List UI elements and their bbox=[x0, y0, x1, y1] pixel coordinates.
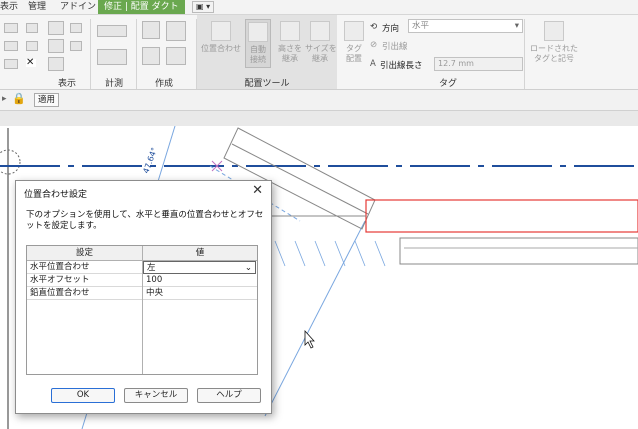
tag-on-place-label: タグ 配置 bbox=[346, 44, 362, 63]
options-arrow-icon: ▸ bbox=[2, 94, 7, 104]
orientation-icon: ⟲ bbox=[370, 22, 378, 32]
leader-length-input[interactable]: 12.7 mm bbox=[434, 57, 523, 71]
help-button[interactable]: ヘルプ bbox=[197, 388, 261, 403]
align-tool-button[interactable]: 位置合わせ bbox=[201, 21, 241, 54]
ribbon-tab-bar: 表示 管理 アドイン 修正 | 配置 ダクト ▣ ▾ bbox=[0, 0, 638, 15]
tab-modify-place-duct[interactable]: 修正 | 配置 ダクト bbox=[98, 0, 185, 14]
delete-icon[interactable]: ✕ bbox=[26, 58, 36, 68]
vertical-alignment-field[interactable]: 中央 bbox=[143, 287, 257, 300]
leader-checkbox-icon[interactable]: ⊘ bbox=[370, 40, 377, 50]
mouse-cursor-icon bbox=[304, 329, 315, 349]
inherit-size-button[interactable]: サイズを 継承 bbox=[305, 21, 337, 64]
orientation-select[interactable]: 水平 ▾ bbox=[408, 19, 523, 33]
horizontal-alignment-value: 左 bbox=[147, 263, 156, 273]
options-bar: ▸ 🔒 適用 bbox=[0, 90, 638, 111]
panel-separator bbox=[524, 19, 525, 89]
override-graphics-icon[interactable] bbox=[48, 57, 64, 71]
inherit-height-icon bbox=[280, 21, 300, 41]
place-tools-panel: 位置合わせ 自動 接続 高さを 継承 サイズを 継承 配置ツール bbox=[197, 15, 337, 89]
cancel-button[interactable]: キャンセル bbox=[124, 388, 188, 403]
panel-separator bbox=[90, 19, 91, 89]
settings-table: 設定 値 水平位置合わせ 左 ⌄ 水平オフセット 100 鉛直位置合わせ 中央 bbox=[26, 245, 258, 375]
angle-label: 47.64° bbox=[141, 146, 159, 174]
ribbon-options-dropdown[interactable]: ▣ ▾ bbox=[192, 1, 215, 13]
dimension-icon[interactable] bbox=[97, 49, 127, 65]
tab-addin[interactable]: アドイン bbox=[60, 0, 96, 14]
lock-icon[interactable]: 🔒 bbox=[12, 92, 26, 106]
align-icon bbox=[211, 21, 231, 41]
horizontal-offset-field[interactable]: 100 bbox=[143, 274, 257, 287]
tab-view[interactable]: 表示 bbox=[0, 0, 18, 14]
tab-manage[interactable]: 管理 bbox=[28, 0, 46, 14]
hide-icon[interactable] bbox=[48, 21, 64, 35]
apply-button[interactable]: 適用 bbox=[34, 93, 60, 107]
tag-icon bbox=[344, 21, 364, 41]
panel-label-view: 表示 bbox=[57, 79, 76, 89]
linework-icon[interactable] bbox=[70, 41, 82, 51]
mirror-icon[interactable] bbox=[26, 23, 38, 33]
alignment-settings-dialog: 位置合わせ設定 ✕ 下のオプションを使用して、水平と垂直の位置合わせとオフセット… bbox=[15, 180, 272, 414]
panel-label-measure: 計測 bbox=[104, 79, 123, 89]
table-row-setting: 鉛直位置合わせ bbox=[27, 287, 142, 300]
paint-icon[interactable] bbox=[48, 39, 64, 53]
table-row-setting: 水平オフセット bbox=[27, 274, 142, 287]
align-tool-label: 位置合わせ bbox=[201, 44, 241, 53]
panel-label-create: 作成 bbox=[154, 79, 173, 89]
tag-panel: タグ 配置 ⟲ 方向 水平 ▾ ⊘ 引出線 A 引出線長さ 12.7 mm ロー… bbox=[338, 15, 638, 89]
orientation-label: 方向 bbox=[382, 24, 400, 34]
loaded-tags-icon bbox=[544, 21, 564, 41]
selected-duct[interactable] bbox=[365, 199, 638, 233]
duct-segment[interactable] bbox=[399, 237, 638, 265]
dialog-title: 位置合わせ設定 bbox=[24, 190, 88, 200]
leader-length-label: 引出線長さ bbox=[380, 61, 423, 71]
column-header-value: 値 bbox=[143, 246, 257, 261]
table-row-setting: 水平位置合わせ bbox=[27, 261, 142, 274]
panel-separator bbox=[136, 19, 137, 89]
pin-icon[interactable] bbox=[70, 23, 82, 33]
auto-connect-icon bbox=[248, 22, 268, 42]
dialog-description: 下のオプションを使用して、水平と垂直の位置合わせとオフセットを設定します。 bbox=[26, 210, 264, 231]
array-icon[interactable] bbox=[4, 59, 18, 69]
loaded-tags-label: ロードされた タグと記号 bbox=[530, 44, 578, 63]
create-parts-icon[interactable] bbox=[142, 47, 160, 65]
chevron-down-icon: ▾ bbox=[514, 21, 519, 31]
leader-label: 引出線 bbox=[382, 42, 408, 52]
loaded-tags-button[interactable]: ロードされた タグと記号 bbox=[528, 21, 580, 64]
create-assembly-icon[interactable] bbox=[166, 47, 186, 65]
horizontal-alignment-select[interactable]: 左 ⌄ bbox=[143, 261, 256, 274]
orientation-value: 水平 bbox=[412, 21, 430, 31]
copy-icon[interactable] bbox=[4, 41, 18, 51]
ok-button[interactable]: OK bbox=[51, 388, 115, 403]
panel-label-place-tools: 配置ツール bbox=[244, 79, 290, 89]
view-header-strip bbox=[0, 111, 638, 126]
auto-connect-button[interactable]: 自動 接続 bbox=[245, 19, 271, 68]
panel-label-tag: タグ bbox=[438, 79, 457, 89]
inherit-height-label: 高さを 継承 bbox=[278, 44, 302, 63]
inherit-height-button[interactable]: 高さを 継承 bbox=[277, 21, 303, 64]
create-group-icon[interactable] bbox=[166, 21, 186, 41]
modify-icon[interactable] bbox=[4, 23, 18, 33]
tag-on-placement-button[interactable]: タグ 配置 bbox=[342, 21, 366, 64]
column-header-setting: 設定 bbox=[27, 246, 142, 261]
inherit-size-icon bbox=[310, 21, 330, 41]
auto-connect-label: 自動 接続 bbox=[250, 45, 266, 64]
inherit-size-label: サイズを 継承 bbox=[305, 44, 337, 63]
leader-length-icon: A bbox=[370, 59, 376, 69]
create-similar-icon[interactable] bbox=[142, 21, 160, 39]
rotate-icon[interactable] bbox=[26, 41, 38, 51]
measure-icon[interactable] bbox=[97, 25, 127, 37]
chevron-down-icon: ⌄ bbox=[244, 263, 252, 273]
close-icon[interactable]: ✕ bbox=[252, 183, 263, 198]
